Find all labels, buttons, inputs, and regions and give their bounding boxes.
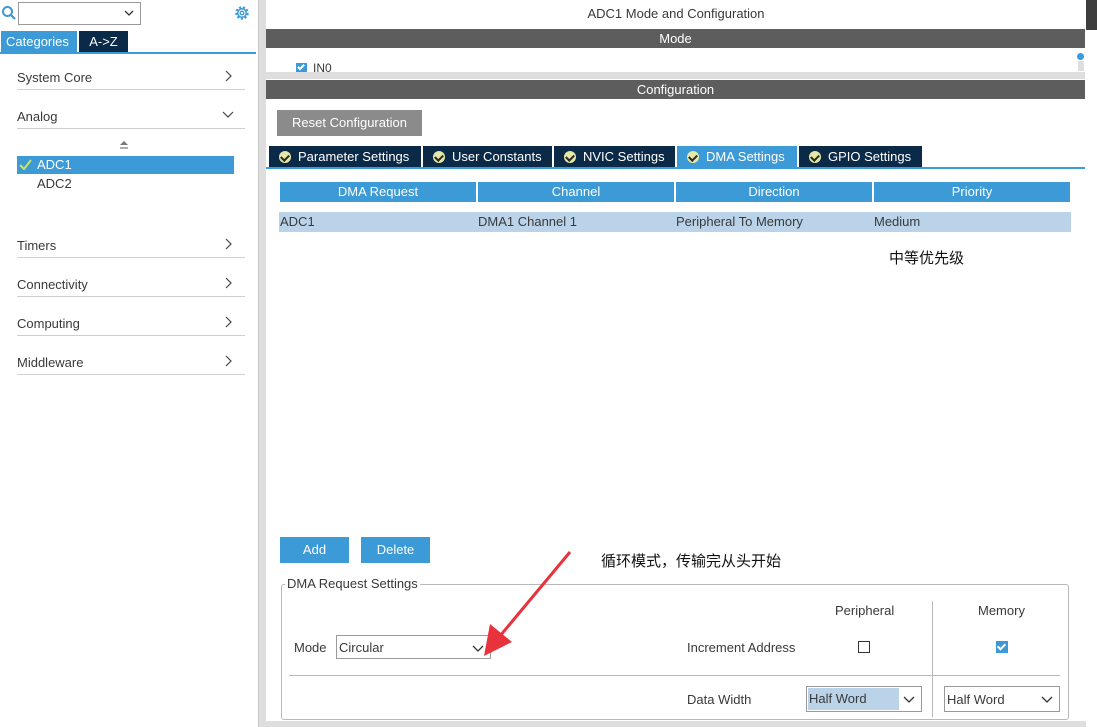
tab-parameter-settings[interactable]: Parameter Settings — [269, 146, 421, 168]
search-input[interactable] — [18, 2, 141, 25]
right-gutter — [1086, 0, 1097, 727]
category-system-core[interactable]: System Core — [17, 66, 245, 90]
mode-select[interactable]: Circular — [336, 635, 491, 659]
tab-a-to-z[interactable]: A->Z — [79, 31, 128, 52]
table-cell[interactable]: DMA1 Channel 1 — [477, 212, 675, 232]
category-timers[interactable]: Timers — [17, 234, 245, 258]
annotation-circular-mode: 循环模式，传输完从头开始 — [601, 553, 782, 570]
table-cell[interactable]: Peripheral To Memory — [675, 212, 873, 232]
category-analog[interactable]: Analog — [17, 105, 245, 129]
panel-splitter[interactable] — [258, 0, 266, 727]
status-ok-icon — [279, 151, 291, 163]
section-divider[interactable] — [266, 72, 1085, 79]
check-icon — [19, 159, 32, 170]
gear-icon[interactable] — [233, 4, 251, 22]
add-button[interactable]: Add — [280, 537, 349, 563]
category-connectivity[interactable]: Connectivity — [17, 273, 245, 297]
category-computing[interactable]: Computing — [17, 312, 245, 336]
tab-dma-settings[interactable]: DMA Settings — [677, 146, 797, 168]
sidebar-item-label: ADC1 — [37, 157, 72, 172]
chevron-down-icon — [222, 111, 234, 118]
status-ok-icon — [687, 151, 699, 163]
scrollbar-track[interactable] — [1078, 61, 1084, 71]
chevron-down-icon — [1041, 696, 1053, 703]
tab-label: Parameter Settings — [298, 149, 410, 164]
category-label: Middleware — [17, 355, 84, 370]
column-header-direction[interactable]: Direction — [676, 182, 872, 202]
table-cell[interactable]: Medium — [873, 212, 1071, 232]
tab-label: GPIO Settings — [828, 149, 912, 164]
chevron-right-icon — [225, 70, 232, 82]
category-label: Timers — [17, 238, 57, 253]
mode-section-header: Mode — [266, 29, 1085, 48]
table-cell[interactable]: ADC1 — [279, 212, 477, 232]
category-label: System Core — [17, 70, 93, 85]
search-icon[interactable] — [1, 5, 17, 21]
status-ok-icon — [809, 151, 821, 163]
chevron-right-icon — [225, 355, 232, 367]
sidebar-item-adc1[interactable]: ADC1 — [17, 156, 234, 174]
column-separator — [932, 601, 933, 717]
reset-configuration-button[interactable]: Reset Configuration — [277, 110, 422, 136]
panel-collapse-handle[interactable] — [1086, 0, 1097, 30]
annotation-arrow-icon — [484, 551, 572, 656]
delete-button[interactable]: Delete — [361, 537, 430, 563]
mode-select-value: Circular — [339, 640, 384, 655]
column-header-dma-request[interactable]: DMA Request — [280, 182, 476, 202]
increment-address-label: Increment Address — [687, 640, 796, 655]
tab-label: User Constants — [452, 149, 542, 164]
mode-label: Mode — [294, 640, 327, 655]
row-separator — [289, 675, 1060, 676]
configuration-section-header: Configuration — [266, 80, 1085, 99]
data-width-peripheral-value: Half Word — [808, 688, 899, 710]
chevron-down-icon — [124, 10, 134, 16]
data-width-label: Data Width — [687, 692, 752, 707]
annotation-priority: 中等优先级 — [889, 250, 965, 267]
chevron-right-icon — [225, 316, 232, 328]
tabs-underline — [266, 167, 1085, 169]
bottom-splitter[interactable] — [266, 721, 1086, 727]
tabs-underline — [0, 52, 256, 54]
page-title: ADC1 Mode and Configuration — [587, 6, 765, 21]
category-label: Connectivity — [17, 277, 88, 292]
tab-categories[interactable]: Categories — [1, 31, 77, 52]
chevron-right-icon — [225, 238, 232, 250]
data-width-peripheral-select[interactable]: Half Word — [806, 686, 922, 712]
tab-user-constants[interactable]: User Constants — [423, 146, 552, 168]
dma-request-settings-legend: DMA Request Settings — [285, 576, 420, 591]
chevron-down-icon — [903, 696, 915, 703]
column-label-memory: Memory — [978, 603, 1025, 618]
column-header-priority[interactable]: Priority — [874, 182, 1070, 202]
increment-peripheral-checkbox[interactable] — [858, 641, 870, 653]
splitter-edge — [258, 0, 259, 727]
tab-nvic-settings[interactable]: NVIC Settings — [554, 146, 675, 168]
column-header-channel[interactable]: Channel — [478, 182, 674, 202]
status-ok-icon — [564, 151, 576, 163]
category-label: Computing — [17, 316, 80, 331]
tab-label: NVIC Settings — [583, 149, 665, 164]
category-middleware[interactable]: Middleware — [17, 351, 245, 375]
data-width-memory-select[interactable]: Half Word — [944, 686, 1060, 712]
status-ok-icon — [433, 151, 445, 163]
increment-memory-checkbox[interactable] — [996, 641, 1008, 653]
tab-label: DMA Settings — [706, 149, 785, 164]
category-label: Analog — [17, 109, 58, 124]
data-width-memory-value: Half Word — [947, 692, 1005, 707]
tab-gpio-settings[interactable]: GPIO Settings — [799, 146, 922, 168]
sidebar-item-adc2[interactable]: ADC2 — [37, 176, 72, 191]
scrollbar-thumb[interactable] — [1077, 53, 1084, 60]
sort-icon[interactable] — [119, 140, 129, 152]
chevron-right-icon — [225, 277, 232, 289]
column-label-peripheral: Peripheral — [835, 603, 895, 618]
